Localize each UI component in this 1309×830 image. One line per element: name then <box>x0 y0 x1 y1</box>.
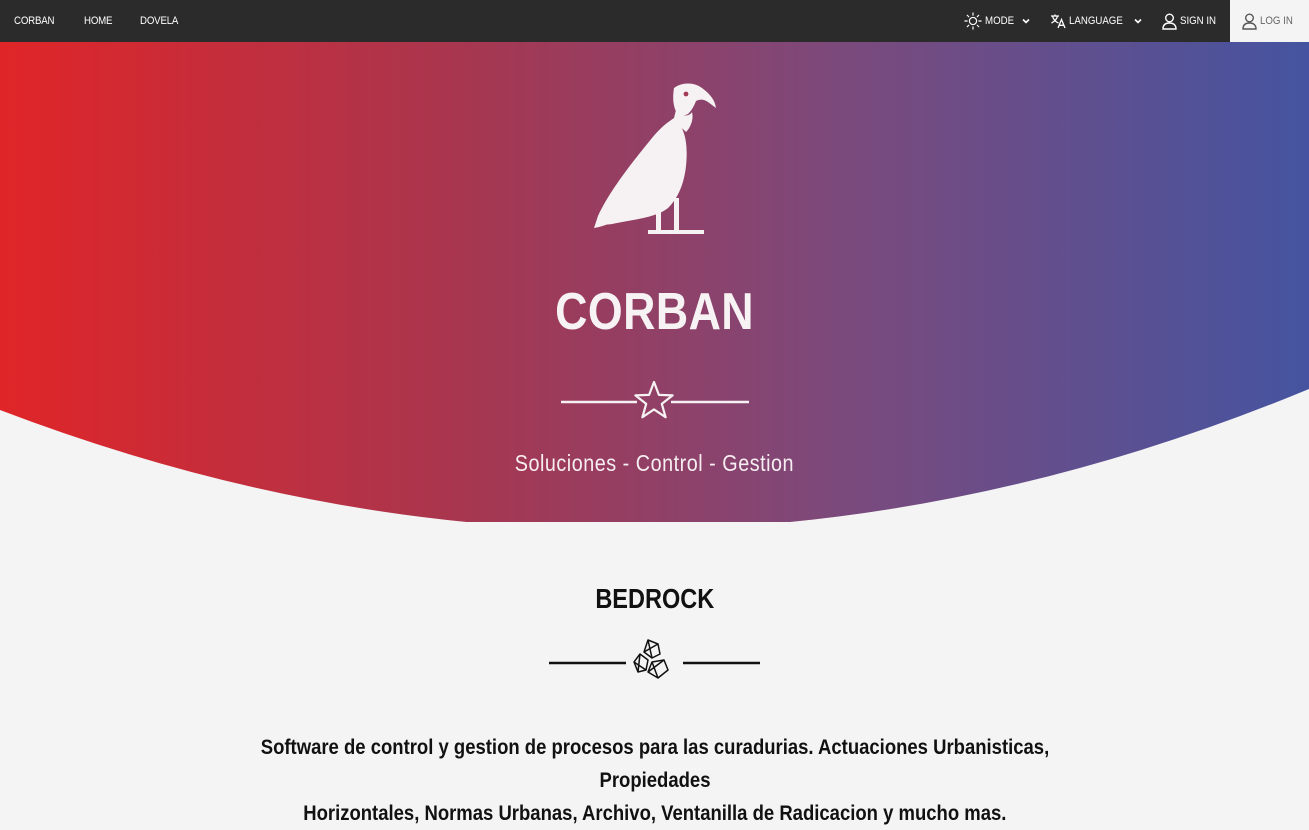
sign-in-link[interactable]: SIGN IN <box>1153 0 1230 42</box>
user-icon <box>1162 13 1177 30</box>
hero-star-divider <box>561 380 749 419</box>
language-label: LANGUAGE <box>1068 15 1123 27</box>
log-in-link[interactable]: LOG IN <box>1229 0 1309 42</box>
log-in-label: LOG IN <box>1259 15 1293 27</box>
nav-link-dovela[interactable]: DOVELA <box>140 15 178 27</box>
nav-link-home[interactable]: HOME <box>84 15 113 27</box>
section-title: BEDROCK <box>595 583 714 614</box>
top-navbar: CORBAN HOME DOVELA MODE LANGUAGE SIGN IN… <box>0 0 1309 42</box>
rocks-divider <box>549 639 760 679</box>
sun-icon <box>963 12 982 30</box>
star-icon <box>634 380 674 419</box>
nav-right-menu: MODE LANGUAGE SIGN IN LOG IN <box>955 0 1309 42</box>
nav-left-links: CORBAN HOME DOVELA <box>14 0 208 42</box>
nav-link-corban[interactable]: CORBAN <box>14 15 55 27</box>
vulture-logo-icon <box>594 83 716 234</box>
mode-label: MODE <box>984 15 1014 27</box>
section-description: Software de control y gestion de proceso… <box>260 735 1050 825</box>
chevron-down-icon <box>1022 18 1030 24</box>
language-dropdown[interactable]: LANGUAGE <box>1041 0 1153 42</box>
rocks-icon <box>633 639 669 679</box>
hero-subtitle: Soluciones - Control - Gestion <box>514 450 795 476</box>
hero-banner: CORBAN Soluciones - Control - Gestion <box>0 42 1309 522</box>
translate-icon <box>1050 14 1066 29</box>
chevron-down-icon <box>1134 18 1142 24</box>
mode-dropdown[interactable]: MODE <box>955 0 1041 42</box>
user-icon <box>1242 13 1257 30</box>
sign-in-label: SIGN IN <box>1179 15 1216 27</box>
hero-title: CORBAN <box>555 283 754 341</box>
